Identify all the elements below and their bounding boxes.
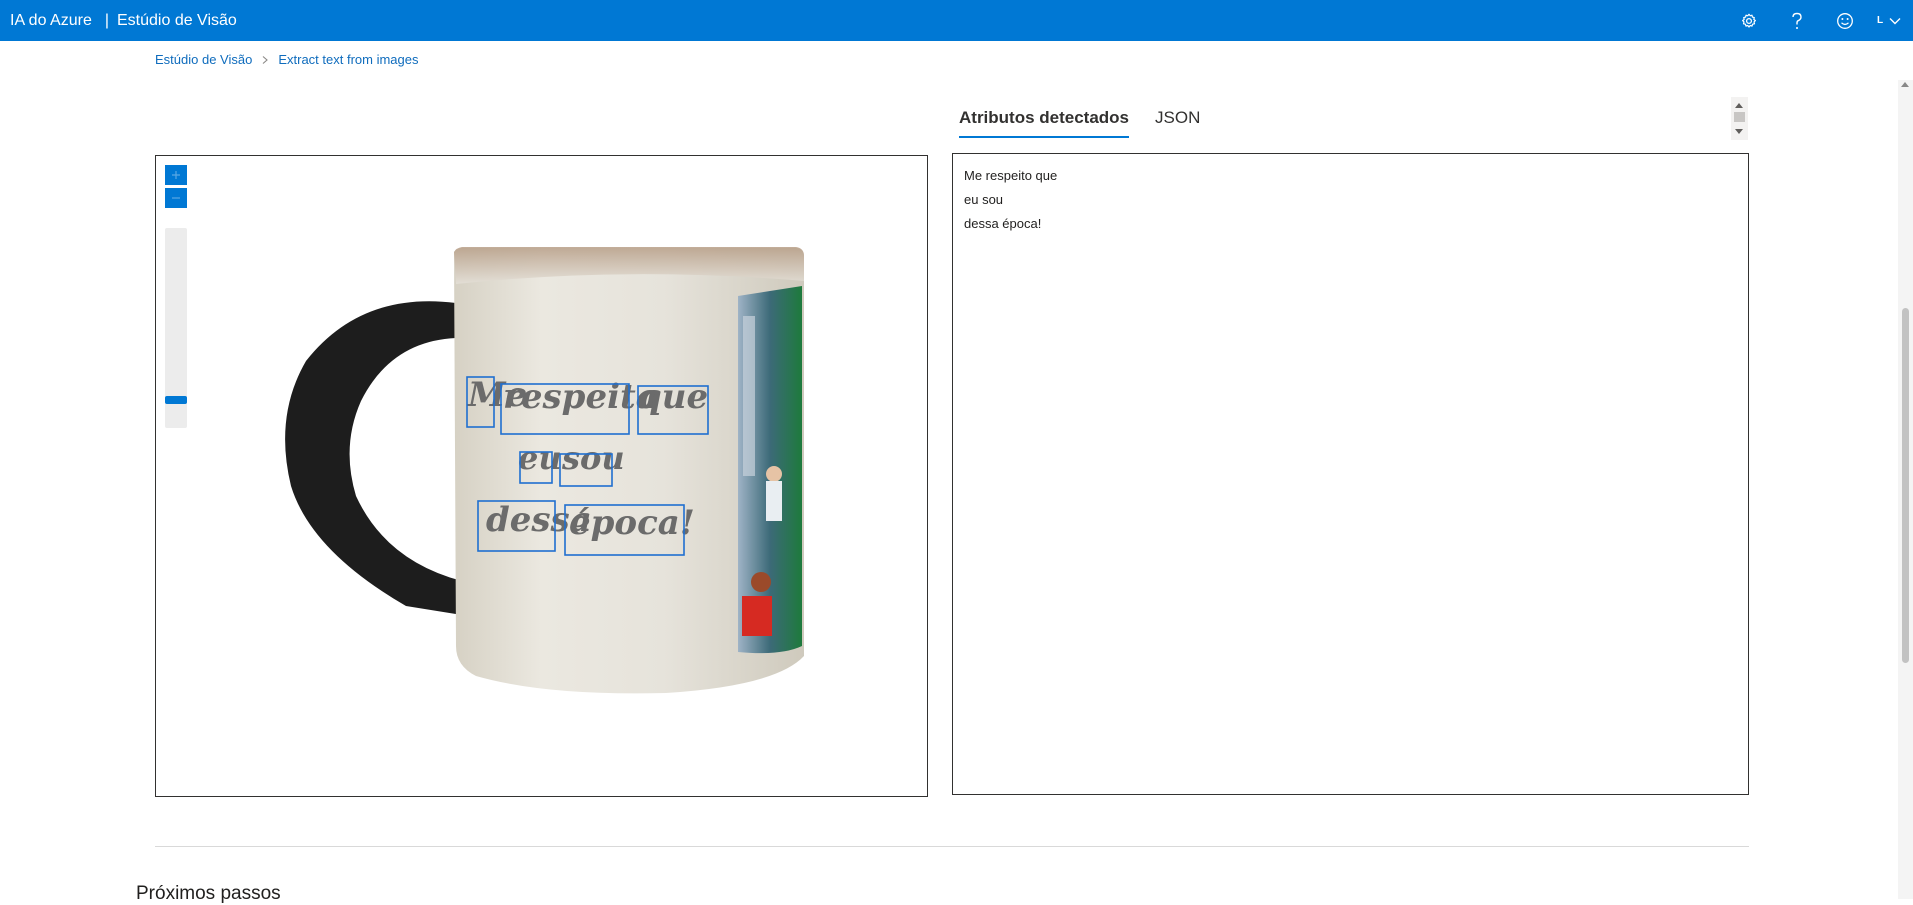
- tab-detected-attributes[interactable]: Atributos detectados: [959, 105, 1130, 138]
- svg-text:sou: sou: [561, 439, 625, 477]
- page-scrollbar[interactable]: [1898, 80, 1913, 899]
- mug-image: Me respeita que eu sou dessa época!: [285, 247, 804, 694]
- chevron-down-icon: [1889, 17, 1901, 24]
- scroll-up-icon[interactable]: [1901, 82, 1909, 87]
- chevron-right-icon: [262, 55, 269, 64]
- next-steps-heading: Próximos passos: [136, 883, 281, 904]
- result-line: Me respeito que: [964, 168, 1058, 183]
- brand-name[interactable]: IA do Azure: [10, 12, 92, 29]
- plus-icon: [172, 171, 180, 179]
- result-line: dessa época!: [964, 216, 1042, 231]
- scroll-up-icon[interactable]: [1735, 103, 1743, 108]
- image-viewer: Me respeita que eu sou dessa época!: [155, 155, 928, 797]
- minus-icon: [172, 197, 180, 199]
- result-line: eu sou: [964, 192, 1004, 207]
- svg-text:que: que: [638, 377, 708, 417]
- scroll-down-icon[interactable]: [1735, 129, 1743, 134]
- svg-text:respeita: respeita: [503, 377, 658, 417]
- page-scroll-thumb[interactable]: [1902, 308, 1909, 663]
- user-initial: L: [1877, 15, 1884, 26]
- zoom-slider-thumb[interactable]: [165, 396, 187, 405]
- tabs-scroll-thumb[interactable]: [1734, 112, 1745, 122]
- breadcrumb: Estúdio de Visão Extract text from image…: [155, 52, 419, 67]
- zoom-in-button[interactable]: [165, 165, 187, 185]
- user-menu[interactable]: L: [1869, 0, 1913, 41]
- mug-handle: [285, 301, 462, 615]
- tab-json[interactable]: JSON: [1155, 105, 1200, 138]
- topbar-actions: L: [1725, 0, 1913, 41]
- result-tabs: Atributos detectados JSON: [959, 105, 1226, 138]
- gear-icon[interactable]: [1725, 0, 1773, 41]
- smiley-icon[interactable]: [1821, 0, 1869, 41]
- help-icon[interactable]: [1773, 0, 1821, 41]
- zoom-slider[interactable]: [165, 228, 187, 428]
- zoom-out-button[interactable]: [165, 188, 187, 208]
- tabs-scrollbar[interactable]: [1731, 97, 1748, 140]
- top-bar: IA do Azure | Estúdio de Visão L: [0, 0, 1913, 41]
- svg-text:época!: época!: [569, 503, 695, 543]
- detected-text-box[interactable]: Me respeito que eu sou dessa época!: [952, 153, 1749, 795]
- breadcrumb-link-studio[interactable]: Estúdio de Visão: [155, 52, 252, 67]
- svg-text:eu: eu: [518, 439, 562, 477]
- breadcrumb-link-extract-text[interactable]: Extract text from images: [278, 52, 418, 67]
- brand-separator: |: [104, 11, 109, 29]
- section-divider: [155, 846, 1749, 847]
- brand: IA do Azure | Estúdio de Visão: [0, 12, 237, 30]
- product-name[interactable]: Estúdio de Visão: [117, 12, 237, 29]
